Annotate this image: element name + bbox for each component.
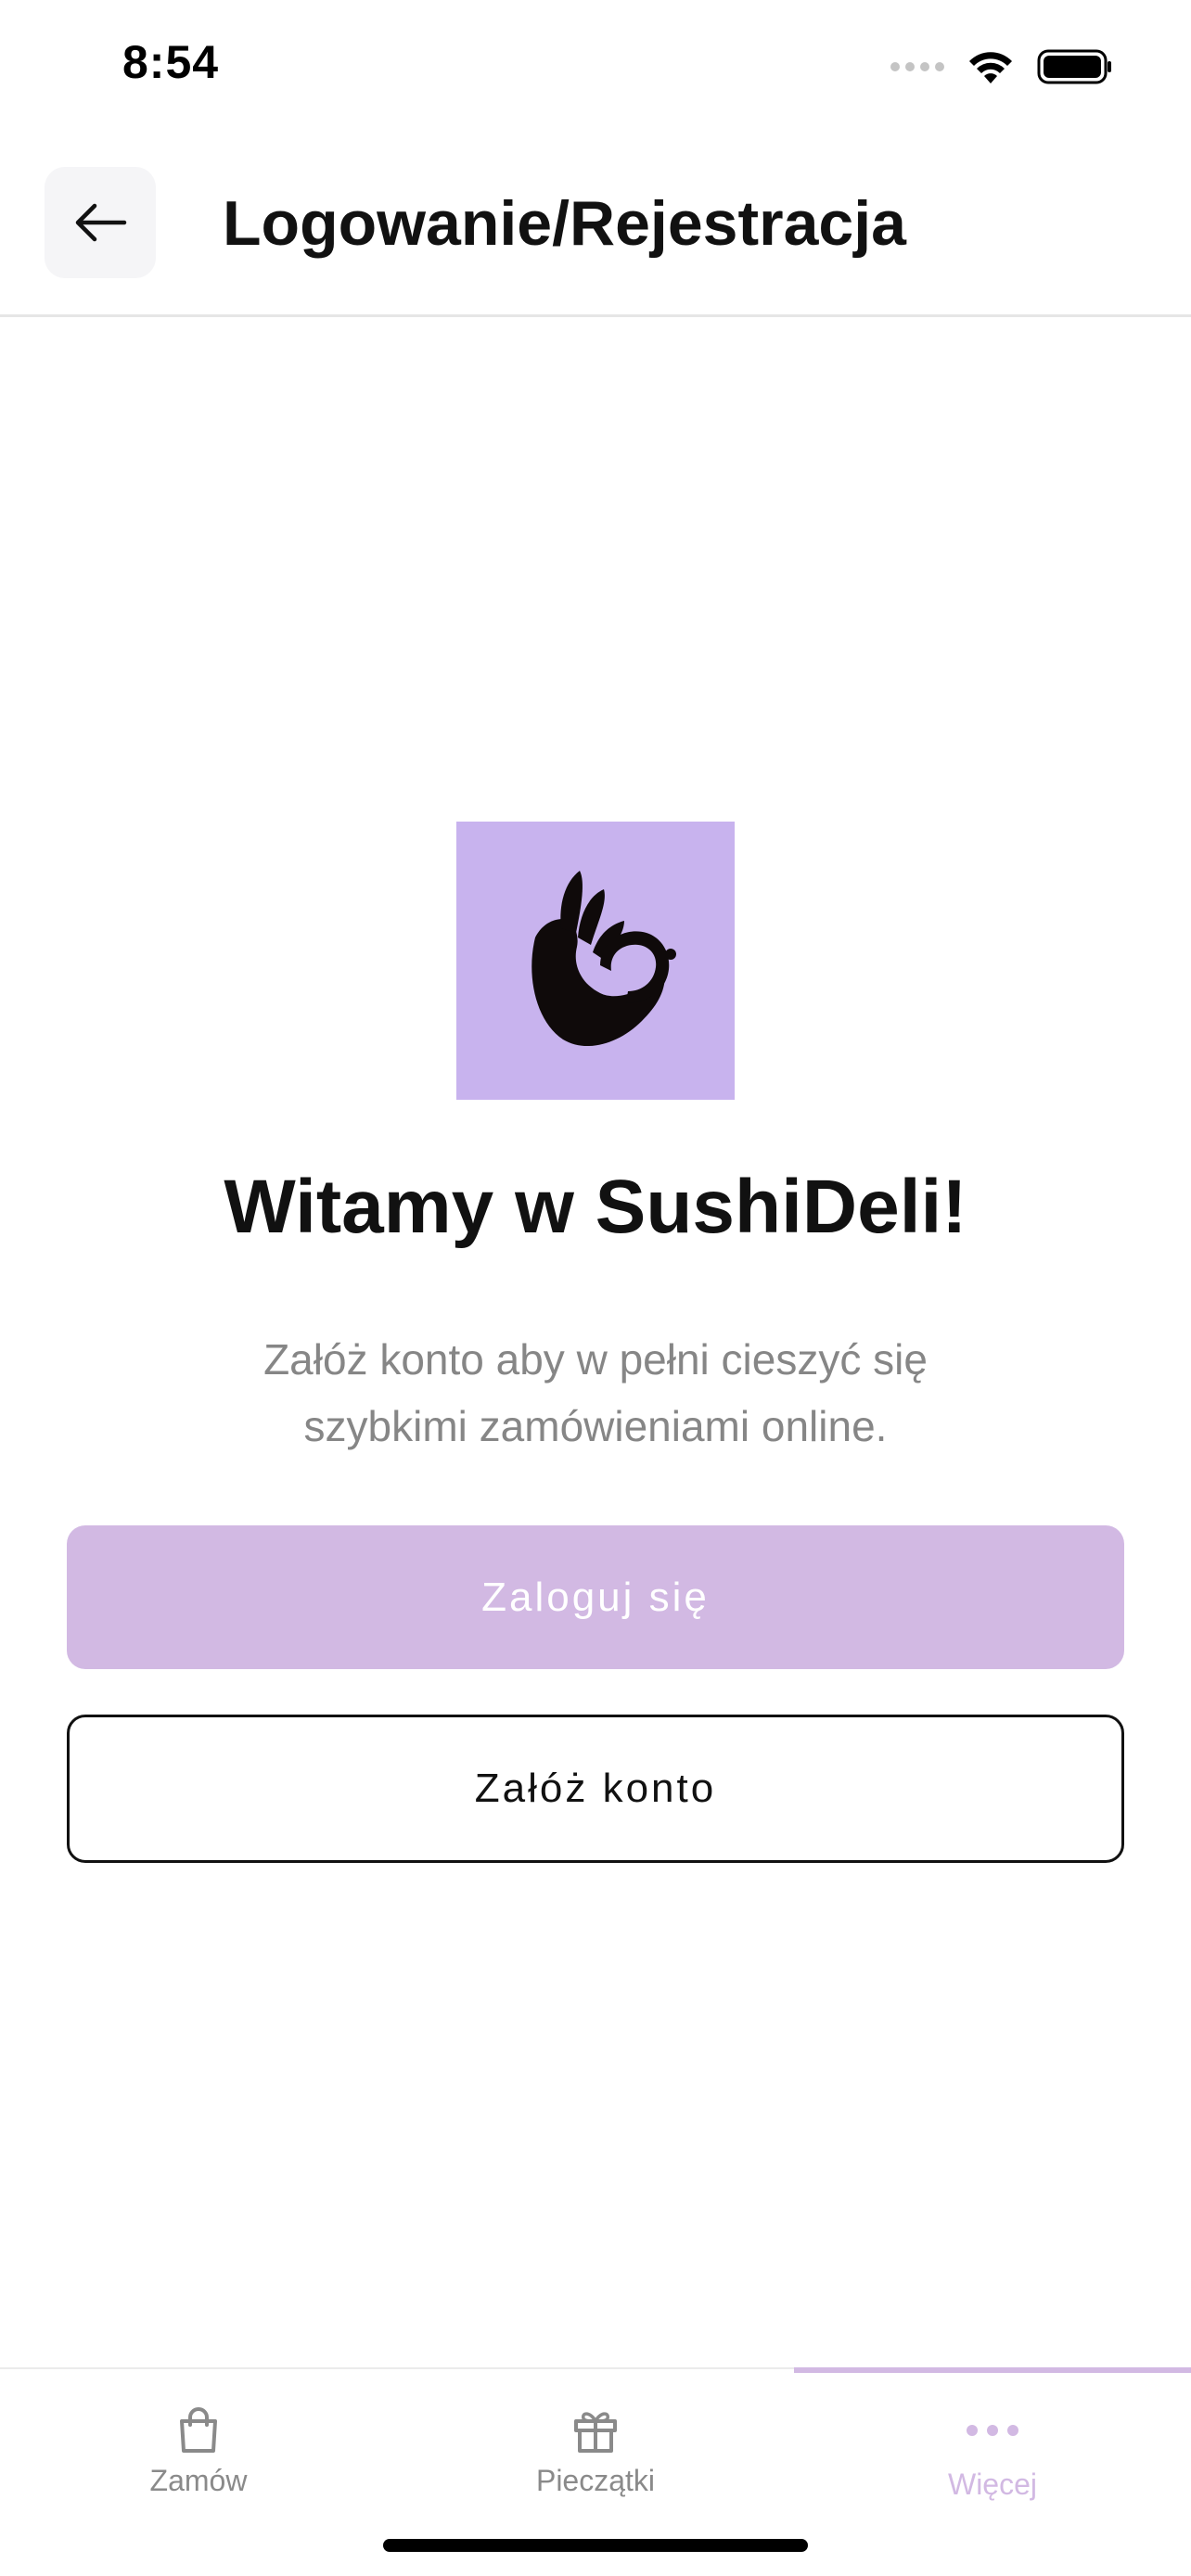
battery-icon [1037,49,1111,84]
home-indicator [383,2539,808,2552]
tab-order[interactable]: Zamów [0,2369,397,2508]
login-button-label: Zaloguj się [481,1574,710,1620]
tab-stamps-label: Pieczątki [535,2464,656,2497]
back-button[interactable] [45,167,156,278]
status-time: 8:54 [122,36,220,88]
shopping-bag-icon [180,2407,217,2453]
register-button[interactable]: Załóż konto [67,1715,1124,1863]
login-button[interactable]: Zaloguj się [67,1525,1124,1669]
tab-more[interactable]: Więcej [794,2369,1191,2508]
register-button-label: Załóż konto [474,1766,717,1811]
wifi-icon [969,52,1012,83]
tab-order-label: Zamów [149,2464,248,2497]
app-logo [456,822,735,1100]
arrow-left-icon [75,203,127,242]
tab-stamps[interactable]: Pieczątki [397,2369,794,2508]
tab-more-label: Więcej [947,2468,1037,2501]
welcome-subtitle: Załóż konto aby w pełni cieszyć się szyb… [263,1335,928,1450]
status-icons [890,45,1113,89]
cellular-signal-icon [890,62,944,71]
status-bar: 8:54 [0,0,1191,139]
header: Logowanie/Rejestracja [0,139,1191,317]
ok-hand-icon [531,871,676,1047]
gift-icon [574,2412,617,2453]
page-title: Logowanie/Rejestracja [223,188,906,259]
welcome-title: Witamy w SushiDeli! [224,1165,967,1249]
more-dots-icon [967,2425,1018,2436]
